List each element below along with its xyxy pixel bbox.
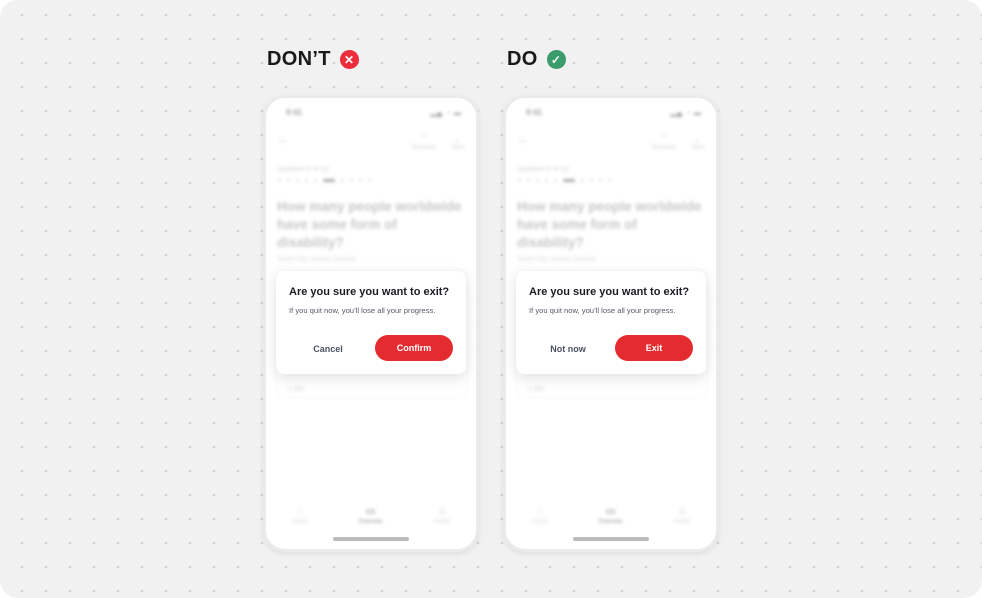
profile-icon: ♙ — [437, 506, 447, 517]
status-icons: ▂▄ ◔ ▬ — [430, 110, 462, 117]
previous-button[interactable]: ⌃ Previous — [413, 134, 436, 151]
status-icons: ▂▄ ◔ ▬ — [670, 110, 702, 117]
status-time: 9:41 — [526, 108, 543, 117]
primary-button[interactable]: Exit — [615, 335, 693, 361]
panel-header: DON’T ✕ — [267, 48, 359, 71]
question-title: How many people worldwide have some form… — [277, 199, 462, 250]
dialog-message: If you quit now, you’ll lose all your pr… — [289, 306, 436, 315]
profile-icon: ♙ — [677, 506, 687, 517]
tab-home[interactable]: ⌂ Home — [531, 506, 547, 525]
home-indicator — [333, 537, 409, 541]
question-counter: Question 6 of 10 — [517, 166, 569, 173]
tab-courses[interactable]: ▭ Courses — [598, 506, 622, 525]
canvas: DON’T ✕ 9:41 ▂▄ ◔ ▬ ← ⌃ Previous ⌄ Next Qu… — [0, 0, 982, 598]
panel-title: DO — [507, 48, 538, 70]
next-button[interactable]: ⌄ Next — [452, 134, 464, 151]
status-time: 9:41 — [286, 108, 303, 117]
answer-option-label: 1.4% — [288, 386, 304, 393]
dialog-title: Are you sure you want to exit? — [529, 286, 690, 298]
tab-bar: ⌂ Home ▭ Courses ♙ Profile — [266, 506, 476, 525]
answer-option-label: 1.4% — [528, 386, 544, 393]
next-button[interactable]: ⌄ Next — [692, 134, 704, 151]
x-icon: ✕ — [339, 50, 359, 69]
instruction: Select the correct answer — [517, 256, 596, 263]
tab-profile[interactable]: ♙ Profile — [433, 506, 450, 525]
courses-icon: ▭ — [605, 506, 616, 517]
panel-title: DON’T — [267, 48, 331, 70]
primary-button[interactable]: Confirm — [375, 335, 453, 361]
previous-button[interactable]: ⌃ Previous — [653, 134, 676, 151]
dialog-message: If you quit now, you’ll lose all your pr… — [529, 306, 676, 315]
exit-dialog: Are you sure you want to exit? If you qu… — [276, 271, 466, 374]
exit-dialog: Are you sure you want to exit? If you qu… — [516, 271, 706, 374]
dialog-title: Are you sure you want to exit? — [289, 286, 450, 298]
tab-profile[interactable]: ♙ Profile — [673, 506, 690, 525]
home-indicator — [573, 537, 649, 541]
instruction: Select the correct answer — [277, 256, 356, 263]
check-icon: ✓ — [546, 50, 566, 69]
secondary-button[interactable]: Cancel — [289, 336, 367, 361]
panel-header: DO ✓ — [507, 48, 566, 71]
question-counter: Question 6 of 10 — [277, 166, 329, 173]
back-arrow-icon[interactable]: ← — [278, 134, 289, 146]
progress-dots — [278, 179, 371, 182]
home-icon: ⌂ — [536, 506, 543, 517]
courses-icon: ▭ — [365, 506, 376, 517]
tab-home[interactable]: ⌂ Home — [291, 506, 307, 525]
question-title: How many people worldwide have some form… — [517, 199, 702, 250]
tab-bar: ⌂ Home ▭ Courses ♙ Profile — [506, 506, 716, 525]
phone-mockup: 9:41 ▂▄ ◔ ▬ ← ⌃ Previous ⌄ Next Question 6… — [503, 95, 719, 552]
tab-courses[interactable]: ▭ Courses — [358, 506, 382, 525]
home-icon: ⌂ — [296, 506, 303, 517]
progress-dots — [518, 179, 611, 182]
phone-mockup: 9:41 ▂▄ ◔ ▬ ← ⌃ Previous ⌄ Next Question 6… — [263, 95, 479, 552]
back-arrow-icon[interactable]: ← — [518, 134, 529, 146]
secondary-button[interactable]: Not now — [529, 336, 607, 361]
